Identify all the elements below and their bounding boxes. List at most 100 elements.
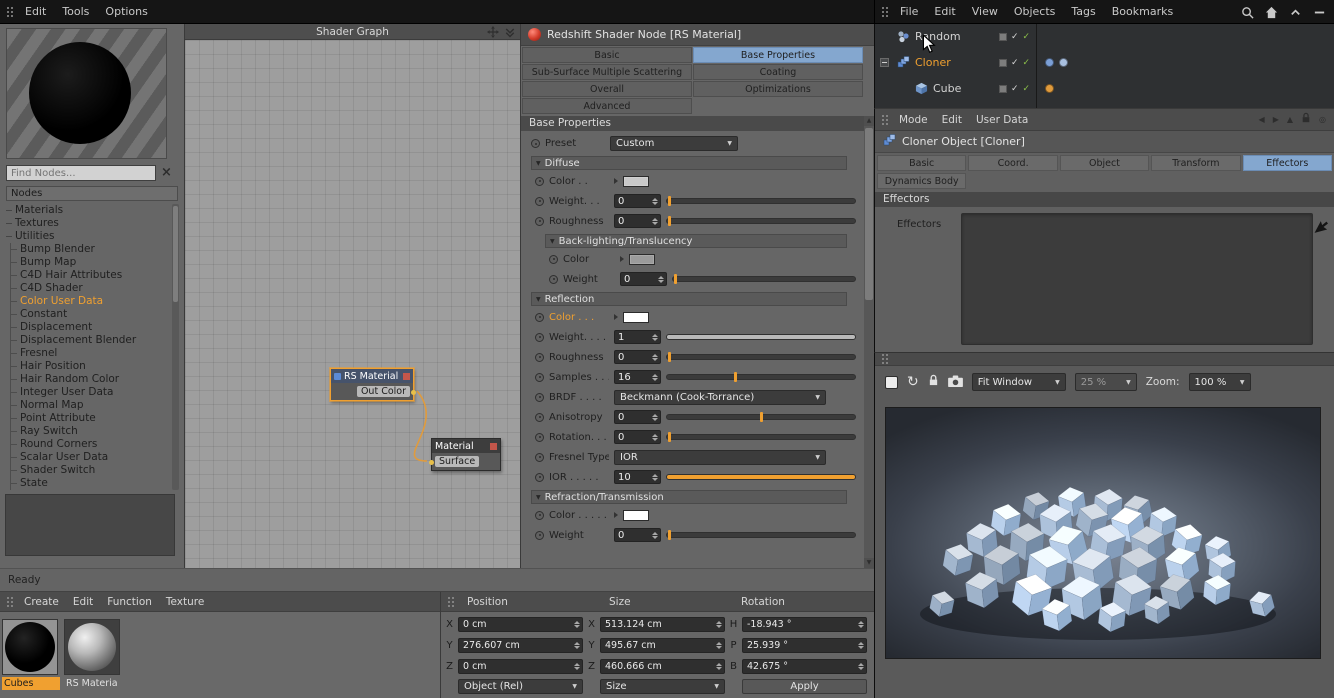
menu-item-edit[interactable]: Edit <box>935 109 969 131</box>
tree-item-point-attribute[interactable]: Point Attribute <box>11 412 170 425</box>
tab-dynamics-body[interactable]: Dynamics Body <box>877 173 967 189</box>
refresh-icon[interactable]: ↻ <box>907 375 919 389</box>
layer-icon[interactable] <box>999 59 1007 67</box>
keyframe-dot[interactable] <box>535 352 544 362</box>
slider-handle[interactable] <box>673 274 677 284</box>
tag-icon[interactable] <box>1045 84 1054 93</box>
expander-icon[interactable] <box>880 58 889 67</box>
keyframe-dot[interactable] <box>535 412 544 422</box>
tree-item-scalar-user-data[interactable]: Scalar User Data <box>11 451 170 464</box>
roughness-slider[interactable] <box>666 352 856 362</box>
clear-search-icon[interactable]: × <box>161 166 172 180</box>
stepper-icon[interactable] <box>652 333 660 341</box>
weight-slider[interactable] <box>666 334 856 340</box>
shader-node-rs-material[interactable]: RS Material Out Color <box>330 368 416 401</box>
material-rs-materia[interactable]: RS Materia <box>64 619 122 690</box>
visibility-check-icon[interactable]: ✓ <box>1011 84 1019 94</box>
shader-graph-canvas[interactable]: RS Material Out Color Material Surface <box>185 40 520 568</box>
preset-dropdown[interactable]: Custom ▼ <box>610 136 738 151</box>
group-header-diffuse[interactable]: ▼ Diffuse <box>531 156 847 170</box>
stepper-icon[interactable] <box>574 642 582 649</box>
tree-item-hair-position[interactable]: Hair Position <box>11 360 170 373</box>
size-dropdown[interactable]: Size ▼ <box>600 679 725 694</box>
stepper-icon[interactable] <box>858 621 866 628</box>
color-swatch[interactable] <box>629 253 655 265</box>
tree-item-color-user-data[interactable]: Color User Data <box>11 295 170 308</box>
group-header-reflection[interactable]: ▼ Reflection <box>531 292 847 306</box>
menu-item-file[interactable]: File <box>892 0 926 24</box>
b-rotation-field[interactable]: 42.675 ° <box>742 659 867 674</box>
home-icon[interactable] <box>1265 6 1278 19</box>
menu-item-tools[interactable]: Tools <box>54 0 97 24</box>
rotation-slider[interactable] <box>666 432 856 442</box>
y-size-field[interactable]: 495.67 cm <box>600 638 725 653</box>
keyframe-dot[interactable] <box>549 274 558 284</box>
object-row-cloner[interactable]: Cloner ✓ ✓ <box>875 50 1334 76</box>
stepper-icon[interactable] <box>652 353 660 361</box>
menu-item-create[interactable]: Create <box>17 592 66 612</box>
anisotropy-input[interactable]: 0 <box>614 410 661 424</box>
keyframe-dot[interactable] <box>535 332 544 342</box>
layer-icon[interactable] <box>999 85 1007 93</box>
x-position-field[interactable]: 0 cm <box>458 617 583 632</box>
visibility-check-icon[interactable]: ✓ <box>1011 58 1019 68</box>
stepper-icon[interactable] <box>574 663 582 670</box>
p-rotation-field[interactable]: 25.939 ° <box>742 638 867 653</box>
chevron-up-icon[interactable] <box>1289 6 1302 19</box>
keyframe-dot[interactable] <box>531 139 540 148</box>
scrollbar-thumb[interactable] <box>865 128 873 300</box>
h-rotation-field[interactable]: -18.943 ° <box>742 617 867 632</box>
scroll-up-icon[interactable]: ▲ <box>864 116 874 126</box>
material-name[interactable]: RS Materia <box>64 677 122 690</box>
tree-scrollbar[interactable] <box>172 204 179 490</box>
tree-group-materials[interactable]: Materials <box>5 204 170 217</box>
camera-icon[interactable] <box>947 374 963 390</box>
panel-handle-icon[interactable] <box>6 5 15 18</box>
keyframe-dot[interactable] <box>535 392 544 402</box>
menu-item-texture[interactable]: Texture <box>159 592 211 612</box>
group-header-refraction-transmission[interactable]: ▼ Refraction/Transmission <box>531 490 847 504</box>
slider-handle[interactable] <box>667 352 671 362</box>
tree-item-integer-user-data[interactable]: Integer User Data <box>11 386 170 399</box>
keyframe-dot[interactable] <box>535 176 544 186</box>
stepper-icon[interactable] <box>858 642 866 649</box>
tree-item-displacement[interactable]: Displacement <box>11 321 170 334</box>
tab-object[interactable]: Object <box>1059 155 1150 171</box>
slider-handle[interactable] <box>733 372 737 382</box>
stepper-icon[interactable] <box>652 433 660 441</box>
stepper-icon[interactable] <box>716 621 724 628</box>
tree-item-state[interactable]: State <box>11 477 170 490</box>
brdf-dropdown[interactable]: Beckmann (Cook-Torrance) ▼ <box>614 389 826 405</box>
z-size-field[interactable]: 460.666 cm <box>600 659 725 674</box>
slider-handle[interactable] <box>760 412 763 422</box>
back-arrow-icon[interactable]: ◀ <box>1259 115 1265 124</box>
ior-input[interactable]: 10 <box>614 470 661 484</box>
find-nodes-input[interactable] <box>6 165 156 181</box>
effectors-list-box[interactable] <box>961 213 1313 345</box>
minus-icon[interactable] <box>1313 6 1326 19</box>
up-arrow-icon[interactable]: ▲ <box>1287 115 1293 124</box>
panel-handle-icon[interactable] <box>881 6 890 18</box>
weight-slider[interactable] <box>672 274 856 284</box>
keyframe-dot[interactable] <box>535 196 544 206</box>
menu-item-edit[interactable]: Edit <box>926 0 963 24</box>
scrollbar-thumb[interactable] <box>173 206 178 302</box>
tab-basic[interactable]: Basic <box>877 155 967 171</box>
tab-base-properties[interactable]: Base Properties <box>693 47 863 63</box>
color-swatch[interactable] <box>623 175 649 187</box>
menu-item-view[interactable]: View <box>964 0 1006 24</box>
input-port-icon[interactable] <box>429 459 434 465</box>
rotation-input[interactable]: 0 <box>614 430 661 444</box>
tree-item-round-corners[interactable]: Round Corners <box>11 438 170 451</box>
tree-item-bump-map[interactable]: Bump Map <box>11 256 170 269</box>
render-viewport[interactable] <box>885 407 1321 659</box>
fresnel-type-dropdown[interactable]: IOR ▼ <box>614 449 826 465</box>
tree-item-fresnel[interactable]: Fresnel <box>11 347 170 360</box>
weight-input[interactable]: 0 <box>620 272 667 286</box>
menu-item-bookmarks[interactable]: Bookmarks <box>1104 0 1181 24</box>
ior-slider[interactable] <box>666 474 856 480</box>
keyframe-dot[interactable] <box>535 312 544 322</box>
panel-handle-icon[interactable] <box>881 113 890 126</box>
stepper-icon[interactable] <box>652 197 660 205</box>
menu-item-function[interactable]: Function <box>100 592 159 612</box>
